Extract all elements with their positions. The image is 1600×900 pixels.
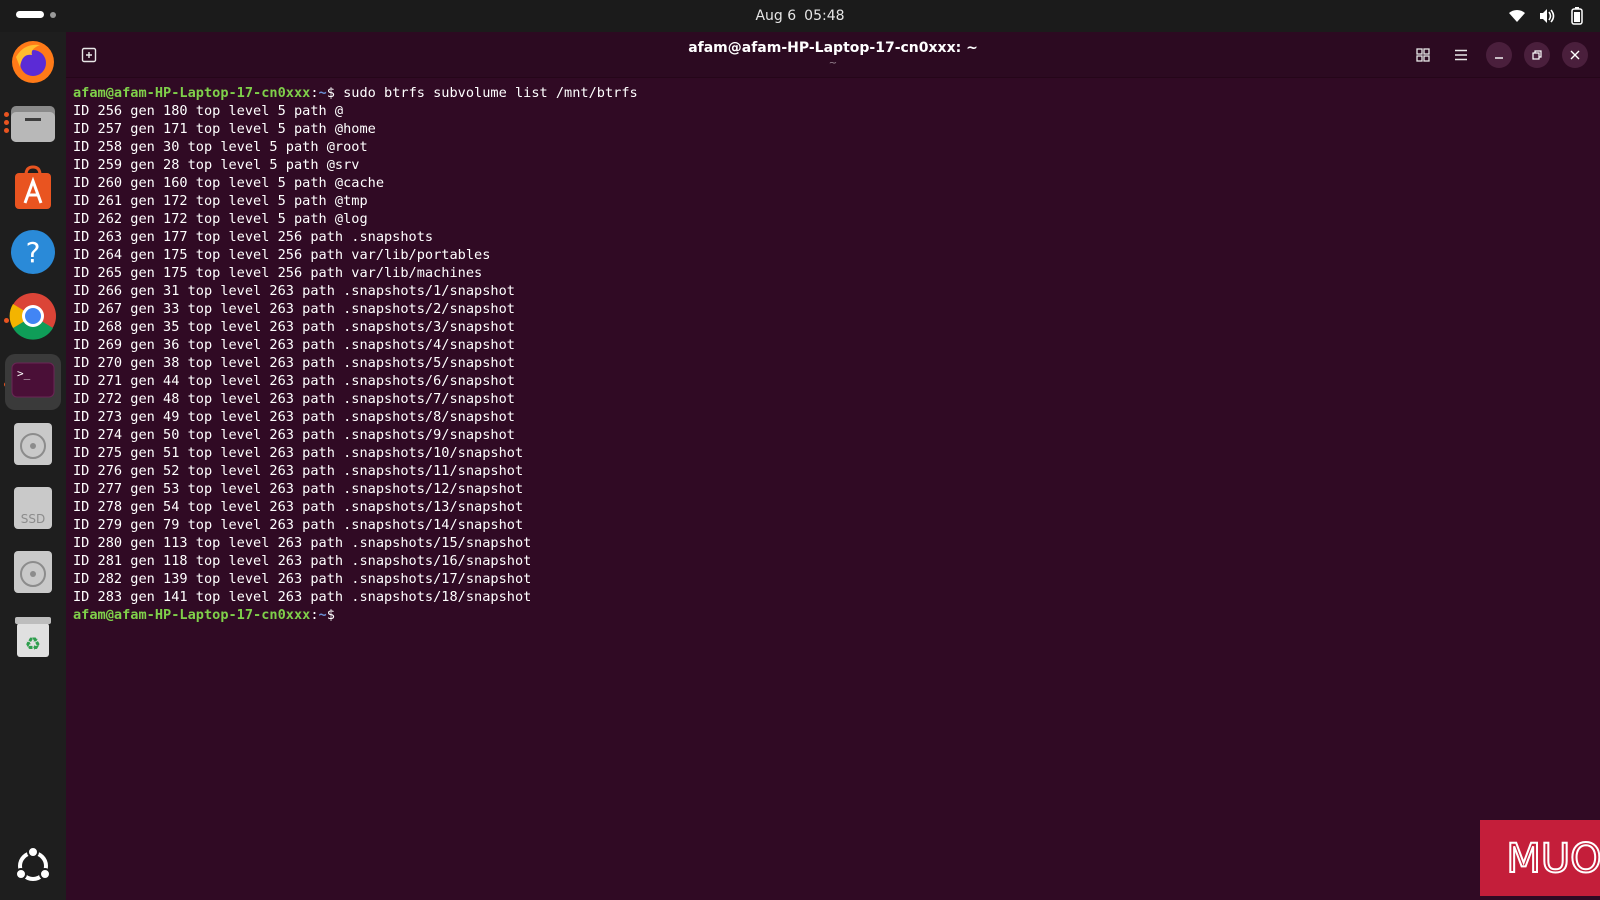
svg-text:♻: ♻ xyxy=(25,634,41,655)
svg-text:>_: >_ xyxy=(17,367,31,380)
command-line: afam@afam-HP-Laptop-17-cn0xxx:~$ sudo bt… xyxy=(73,84,1573,102)
output-line: ID 257 gen 171 top level 5 path @home xyxy=(73,121,376,137)
output-line: ID 281 gen 118 top level 263 path .snaps… xyxy=(73,553,532,569)
output-line: ID 264 gen 175 top level 256 path var/li… xyxy=(73,247,491,263)
grid-icon xyxy=(1416,48,1430,62)
tab-overview-button[interactable] xyxy=(1410,42,1436,68)
output-line: ID 274 gen 50 top level 263 path .snapsh… xyxy=(73,427,515,443)
output-line: ID 265 gen 175 top level 256 path var/li… xyxy=(73,265,483,281)
menu-button[interactable] xyxy=(1448,42,1474,68)
close-icon xyxy=(1570,50,1580,60)
dock: ? >_ SSD ♻ xyxy=(0,32,66,900)
files-icon xyxy=(10,104,56,148)
output-line: ID 263 gen 177 top level 256 path .snaps… xyxy=(73,229,434,245)
wifi-icon[interactable] xyxy=(1508,7,1526,25)
watermark-text: MUO xyxy=(1506,836,1600,882)
prompt-separator: : xyxy=(310,607,319,623)
output-line: ID 273 gen 49 top level 263 path .snapsh… xyxy=(73,409,515,425)
terminal-icon: >_ xyxy=(11,362,55,402)
window-controls xyxy=(1410,42,1588,68)
ssd-drive-icon: SSD xyxy=(13,486,53,534)
output-line: ID 279 gen 79 top level 263 path .snapsh… xyxy=(73,517,524,533)
prompt-user: afam@afam-HP-Laptop-17-cn0xxx xyxy=(73,85,311,101)
prompt-path: ~ xyxy=(318,85,327,101)
title-bar[interactable]: afam@afam-HP-Laptop-17-cn0xxx: ~ ~ xyxy=(66,32,1600,78)
output-line: ID 260 gen 160 top level 5 path @cache xyxy=(73,175,384,191)
restore-icon xyxy=(1532,50,1542,60)
battery-icon[interactable] xyxy=(1568,7,1586,25)
output-line: ID 283 gen 141 top level 263 path .snaps… xyxy=(73,589,532,605)
chrome-icon xyxy=(9,292,57,344)
clock-time: 05:48 xyxy=(804,8,845,24)
output-line: ID 259 gen 28 top level 5 path @srv xyxy=(73,157,360,173)
disc-drive-icon xyxy=(13,550,53,598)
dock-item-disc-drive-2[interactable] xyxy=(5,546,61,602)
output-line: ID 272 gen 48 top level 263 path .snapsh… xyxy=(73,391,515,407)
hamburger-menu-icon xyxy=(1455,49,1467,61)
output-line: ID 256 gen 180 top level 5 path @ xyxy=(73,103,344,119)
output-line: ID 276 gen 52 top level 263 path .snapsh… xyxy=(73,463,524,479)
output-line: ID 270 gen 38 top level 263 path .snapsh… xyxy=(73,355,515,371)
prompt-separator: : xyxy=(310,85,319,101)
output-line: ID 261 gen 172 top level 5 path @tmp xyxy=(73,193,368,209)
dock-item-terminal[interactable]: >_ xyxy=(5,354,61,410)
prompt-symbol: $ xyxy=(326,85,335,101)
clock-date: Aug 6 xyxy=(755,8,797,24)
app-center-icon xyxy=(13,165,53,215)
minimize-button[interactable] xyxy=(1486,42,1512,68)
output-line: ID 258 gen 30 top level 5 path @root xyxy=(73,139,368,155)
dock-item-trash[interactable]: ♻ xyxy=(5,610,61,666)
restore-button[interactable] xyxy=(1524,42,1550,68)
volume-icon[interactable] xyxy=(1538,7,1556,25)
output-line: ID 280 gen 113 top level 263 path .snaps… xyxy=(73,535,532,551)
svg-text:?: ? xyxy=(26,236,41,269)
dock-item-chrome[interactable] xyxy=(5,290,61,346)
system-tray[interactable] xyxy=(1508,7,1586,25)
dock-item-disc-drive[interactable] xyxy=(5,418,61,474)
prompt-symbol: $ xyxy=(326,607,335,623)
prompt-line[interactable]: afam@afam-HP-Laptop-17-cn0xxx:~$ xyxy=(73,606,1573,624)
output-line: ID 269 gen 36 top level 263 path .snapsh… xyxy=(73,337,515,353)
top-bar: Aug 6 05:48 xyxy=(0,0,1600,32)
window-subtitle: ~ xyxy=(828,58,838,69)
show-apps-icon xyxy=(13,846,53,890)
window-title: afam@afam-HP-Laptop-17-cn0xxx: ~ xyxy=(688,40,978,56)
terminal-window: afam@afam-HP-Laptop-17-cn0xxx: ~ ~ afam@… xyxy=(66,32,1600,900)
prompt-user: afam@afam-HP-Laptop-17-cn0xxx xyxy=(73,607,311,623)
output-line: ID 267 gen 33 top level 263 path .snapsh… xyxy=(73,301,515,317)
minimize-icon xyxy=(1495,57,1503,59)
dock-item-help[interactable]: ? xyxy=(5,226,61,282)
clock[interactable]: Aug 6 05:48 xyxy=(0,0,1600,32)
output-line: ID 268 gen 35 top level 263 path .snapsh… xyxy=(73,319,515,335)
output-line: ID 271 gen 44 top level 263 path .snapsh… xyxy=(73,373,515,389)
output-line: ID 277 gen 53 top level 263 path .snapsh… xyxy=(73,481,524,497)
dock-item-files[interactable] xyxy=(5,98,61,154)
dock-item-app-center[interactable] xyxy=(5,162,61,218)
trash-icon: ♻ xyxy=(13,613,53,663)
disc-drive-icon xyxy=(13,422,53,470)
help-icon: ? xyxy=(10,229,56,279)
command-text: sudo btrfs subvolume list /mnt/btrfs xyxy=(334,85,638,101)
output-line: ID 275 gen 51 top level 263 path .snapsh… xyxy=(73,445,524,461)
muo-logo-watermark: MUO xyxy=(1480,820,1600,896)
dock-item-ssd-drive[interactable]: SSD xyxy=(5,482,61,538)
firefox-icon xyxy=(10,39,56,89)
output-line: ID 262 gen 172 top level 5 path @log xyxy=(73,211,368,227)
terminal-output[interactable]: afam@afam-HP-Laptop-17-cn0xxx:~$ sudo bt… xyxy=(73,84,1573,624)
close-button[interactable] xyxy=(1562,42,1588,68)
dock-item-firefox[interactable] xyxy=(5,36,61,92)
output-line: ID 266 gen 31 top level 263 path .snapsh… xyxy=(73,283,515,299)
svg-text:SSD: SSD xyxy=(21,512,45,526)
dock-item-show-apps[interactable] xyxy=(5,840,61,896)
command-output: ID 256 gen 180 top level 5 path @ ID 257 … xyxy=(73,102,1573,606)
output-line: ID 282 gen 139 top level 263 path .snaps… xyxy=(73,571,532,587)
output-line: ID 278 gen 54 top level 263 path .snapsh… xyxy=(73,499,524,515)
prompt-path: ~ xyxy=(318,607,327,623)
